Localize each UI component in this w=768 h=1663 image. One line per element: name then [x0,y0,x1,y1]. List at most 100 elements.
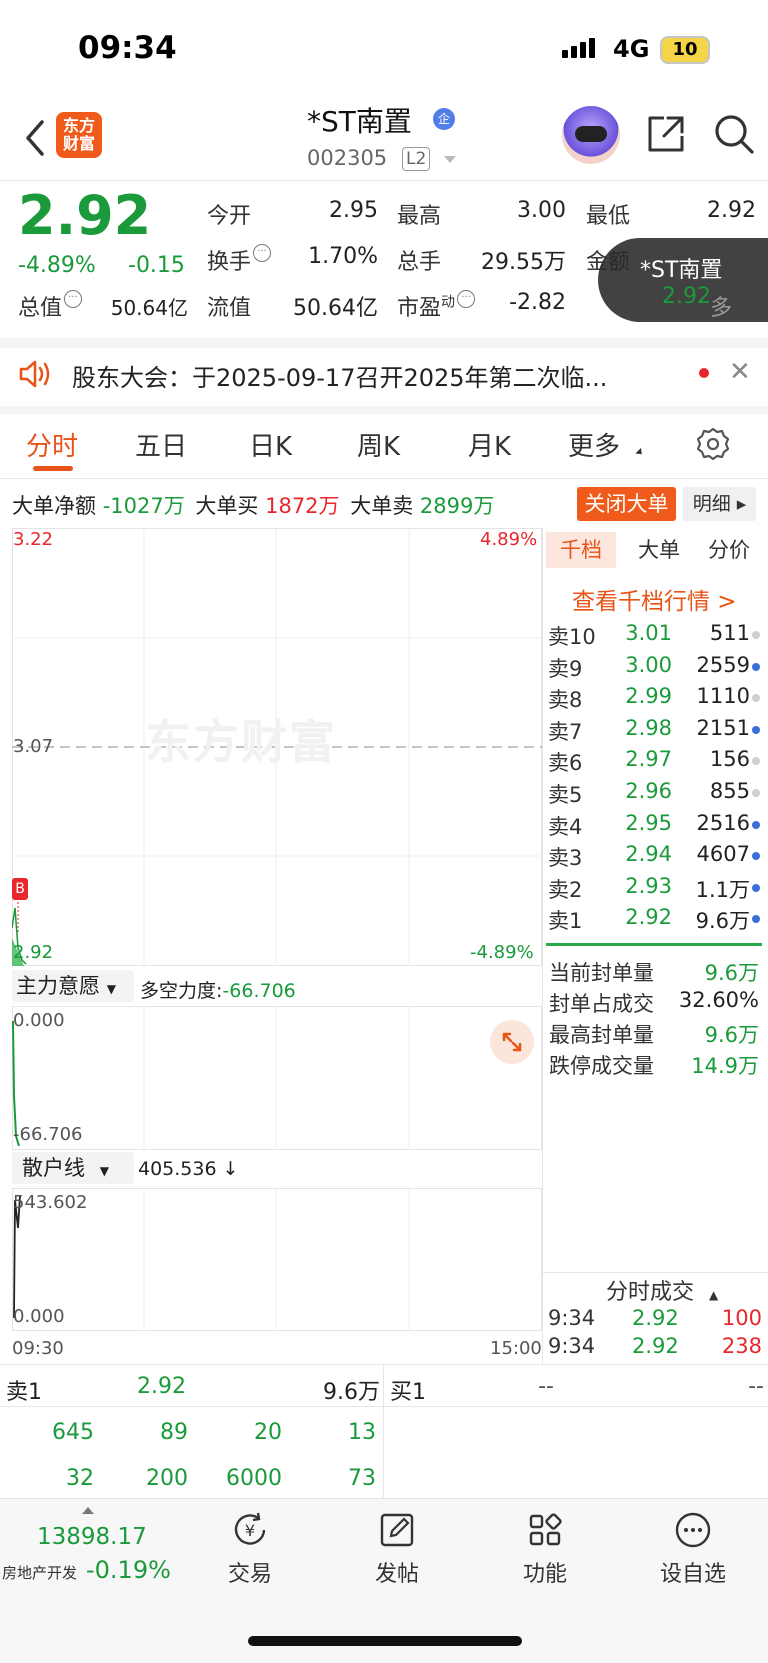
close-big-order-button[interactable]: 关闭大单 [577,487,676,521]
home-indicator[interactable] [248,1636,522,1646]
queue-cell: 20 [254,1420,282,1445]
tab-monthly-k[interactable]: 月K [468,426,511,463]
back-icon[interactable] [20,116,50,160]
nav-trade[interactable]: ¥ 交易 [200,1510,300,1588]
level-dot [752,725,760,734]
seal-value: 9.6万 [704,1023,759,1047]
battery-level: 10 [672,39,698,60]
speaker-icon [19,360,50,388]
orderbook-row[interactable]: 卖5 2.96 855 [548,779,764,810]
buy1-label: 买1 [390,1380,426,1405]
nav-post[interactable]: 发帖 [347,1510,447,1588]
sector-index-name[interactable]: 房地产开发 [2,1562,77,1583]
level-dot [752,757,760,766]
detail-button[interactable]: 明细 ▸ [683,487,756,521]
ticks-divider [542,1272,768,1273]
level-dot [752,789,760,797]
buy-label: 大单买 [195,494,259,518]
orderbook-row[interactable]: 卖7 2.98 2151 [548,716,764,747]
level-dot [752,694,760,703]
orderbook-row[interactable]: 卖9 3.00 2559 [548,653,764,684]
sell-label: 大单卖 [350,494,414,518]
tab-thousand-levels[interactable]: 千档 [546,532,616,568]
net-label: 大单净额 [12,494,96,518]
level-price: 3.00 [625,652,672,677]
more-fields-link[interactable]: 多 [710,290,732,322]
orderbook-row[interactable]: 卖1 2.92 9.6万 [548,905,764,936]
nav-add-watchlist[interactable]: 设自选 [643,1510,743,1588]
high-value: 3.00 [517,198,566,223]
orderbook-row[interactable]: 卖2 2.93 1.1万 [548,874,764,905]
chevron-down-icon[interactable] [444,156,456,163]
level-label: 卖10 [548,625,596,649]
retail-top: 543.602 [13,1192,88,1213]
tab-big-orders[interactable]: 大单 [624,532,694,568]
level-volume: 2151 [696,715,750,740]
level-volume: 9.6万 [695,909,750,934]
orderbook-row[interactable]: 卖4 2.95 2516 [548,811,764,842]
open-label: 今开 [207,204,252,229]
caret-icon [635,447,645,458]
level-price: 2.94 [625,842,672,867]
orderbook-divider [546,943,762,946]
sector-index-value[interactable]: 13898.17 [37,1524,147,1550]
level-dot [752,820,760,829]
turnover-label-text: 换手 [207,250,252,275]
info-icon[interactable]: ··· [457,290,476,308]
info-icon[interactable]: ··· [64,290,83,308]
orderbook-row[interactable]: 卖10 3.01 511 [548,621,764,652]
pe-value: -2.82 [509,290,566,315]
indicator-dropdown-retail[interactable]: 散户线 ▼ [12,1152,134,1184]
retail-bottom: 0.000 [13,1306,65,1327]
buy1-volume: -- [748,1374,764,1399]
ticks-header-label: 分时成交 [606,1280,695,1305]
close-icon[interactable]: ✕ [729,357,751,387]
tab-more[interactable]: 更多 [568,426,620,463]
nav-functions-label: 功能 [522,1562,567,1587]
long-short-value: -66.706 [222,980,296,1002]
level-price: 2.93 [625,873,672,898]
current-price: 2.92 [18,184,152,247]
info-icon[interactable]: ··· [253,244,272,262]
main-force-top: 0.000 [13,1010,65,1031]
level-dot [752,662,760,671]
indicator-dropdown-label: 主力意愿 [16,974,100,998]
nav-functions[interactable]: 功能 [495,1510,595,1588]
orderbook-row[interactable]: 卖3 2.94 4607 [548,842,764,873]
buy-signal-badge[interactable]: B [12,878,28,900]
level-volume: 156 [709,747,750,772]
stock-name[interactable]: *ST南置 [307,100,412,140]
tab-intraday[interactable]: 分时 [26,426,78,463]
caret-up-icon[interactable] [82,1507,94,1514]
tab-price-distribution[interactable]: 分价 [694,532,764,568]
level-price: 2.97 [625,747,672,772]
indicator-dropdown-main-force[interactable]: 主力意愿 ▼ [12,970,134,1002]
sell1-price: 2.92 [137,1374,186,1399]
orderbook-row[interactable]: 卖6 2.97 156 [548,747,764,778]
header-divider [0,180,768,181]
unread-dot [699,368,709,378]
level-label: 卖6 [548,751,583,776]
main-force-chart[interactable] [12,1006,542,1150]
notice-text[interactable]: 股东大会：于2025-09-17召开2025年第二次临... [72,358,662,393]
long-short-label: 多空力度: [140,980,223,1002]
orderbook-row[interactable]: 卖8 2.99 1110 [548,684,764,715]
nav-post-label: 发帖 [374,1562,419,1587]
retail-value: 405.536 [138,1158,217,1180]
tab-weekly-k[interactable]: 周K [357,426,400,463]
retail-line-chart[interactable] [12,1188,542,1331]
queue-cell: 6000 [226,1466,282,1491]
level-price: 2.99 [625,684,672,709]
queue-cell: 13 [348,1420,376,1445]
share-icon[interactable] [644,112,688,156]
ticks-header[interactable]: 分时成交 ▲ [606,1274,718,1306]
level-label: 卖3 [548,846,583,871]
sector-index-pct[interactable]: -0.19% [86,1556,171,1584]
view-thousand-levels-link[interactable]: 查看千档行情 > [572,582,737,616]
gear-icon[interactable] [695,426,731,462]
search-icon[interactable] [712,112,756,156]
tab-daily-k[interactable]: 日K [249,426,292,463]
expand-icon[interactable] [490,1020,534,1064]
status-time: 09:34 [78,30,177,66]
tab-five-day[interactable]: 五日 [135,426,187,463]
